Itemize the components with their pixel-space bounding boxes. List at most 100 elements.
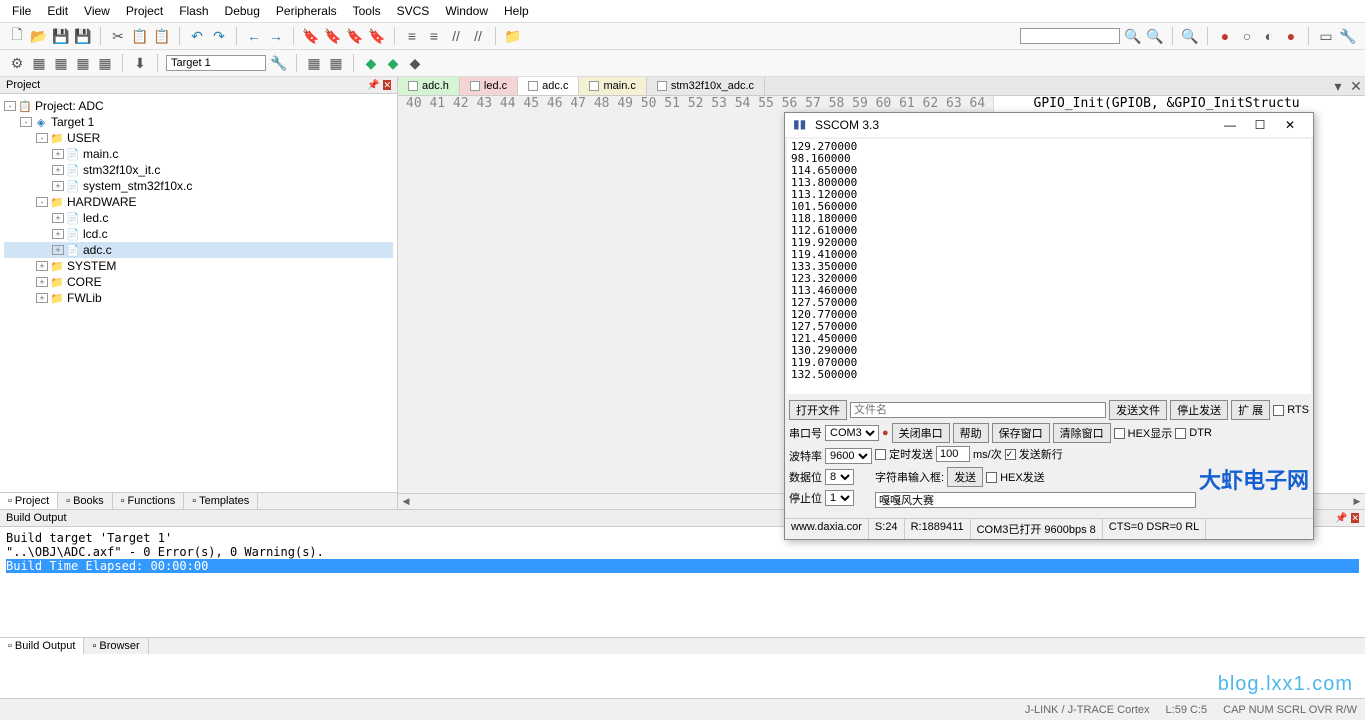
target-dropdown[interactable]: Target 1 [166, 55, 266, 71]
menu-debug[interactable]: Debug [225, 4, 260, 18]
menu-edit[interactable]: Edit [47, 4, 68, 18]
menu-project[interactable]: Project [126, 4, 163, 18]
tree-file[interactable]: +📄led.c [4, 210, 393, 226]
panel-tab-templates[interactable]: ▫Templates [184, 493, 258, 509]
build-icon[interactable]: ▦ [30, 54, 48, 72]
stop-build-icon[interactable]: ▦ [96, 54, 114, 72]
file-tab[interactable]: adc.h [398, 77, 460, 95]
window-icon[interactable]: ▭ [1317, 27, 1335, 45]
breakpoint-kill-icon[interactable]: ◐ [1260, 27, 1278, 45]
nav-back-icon[interactable]: ← [245, 27, 263, 45]
clear-window-button[interactable]: 清除窗口 [1053, 423, 1111, 443]
open-file-button[interactable]: 打开文件 [789, 400, 847, 420]
target-options-icon[interactable]: 🔧 [270, 54, 288, 72]
copy-icon[interactable]: 📋 [131, 27, 149, 45]
tree-file[interactable]: +📄main.c [4, 146, 393, 162]
stopbits-select[interactable]: 1 [825, 490, 854, 506]
save-window-button[interactable]: 保存窗口 [992, 423, 1050, 443]
panel-tab-functions[interactable]: ▫Functions [113, 493, 185, 509]
hex-show-checkbox[interactable] [1114, 428, 1125, 439]
close-icon[interactable]: ✕ [1351, 513, 1359, 523]
stop-send-button[interactable]: 停止发送 [1170, 400, 1228, 420]
tree-file[interactable]: +📄stm32f10x_it.c [4, 162, 393, 178]
maximize-button[interactable]: ☐ [1245, 118, 1275, 132]
send-file-button[interactable]: 发送文件 [1109, 400, 1167, 420]
comment-icon[interactable]: // [447, 27, 465, 45]
rte-icon[interactable]: ◆ [406, 54, 424, 72]
filename-input[interactable] [850, 402, 1106, 418]
sscom-terminal[interactable]: 129.27000098.160000114.650000113.8000001… [787, 139, 1311, 394]
dtr-checkbox[interactable] [1175, 428, 1186, 439]
pack-install-icon[interactable]: ◆ [362, 54, 380, 72]
build-tab[interactable]: ▫Browser [84, 638, 148, 654]
new-file-icon[interactable]: 🗋 [8, 27, 26, 45]
build-tab[interactable]: ▫Build Output [0, 638, 84, 654]
bookmark-icon[interactable]: 🔖 [302, 27, 320, 45]
pack-check-icon[interactable]: ◆ [384, 54, 402, 72]
minimize-button[interactable]: — [1215, 118, 1245, 132]
breakpoint-disable-icon[interactable]: ○ [1238, 27, 1256, 45]
help-button[interactable]: 帮助 [953, 423, 989, 443]
file-tab[interactable]: main.c [579, 77, 646, 95]
breakpoint-icon[interactable]: ● [1216, 27, 1234, 45]
save-icon[interactable]: 💾 [52, 27, 70, 45]
panel-tab-project[interactable]: ▫Project [0, 493, 58, 509]
file-tab[interactable]: stm32f10x_adc.c [647, 77, 765, 95]
find-icon[interactable]: 🔍 [1124, 27, 1142, 45]
sscom-titlebar[interactable]: ▮▮ SSCOM 3.3 — ☐ ✕ [785, 113, 1313, 137]
baud-select[interactable]: 9600 [825, 448, 872, 464]
menu-view[interactable]: View [84, 4, 110, 18]
save-all-icon[interactable]: 💾 [74, 27, 92, 45]
open-file-icon[interactable]: 📂 [30, 27, 48, 45]
undo-icon[interactable]: ↶ [188, 27, 206, 45]
manage-icon[interactable]: ▦ [305, 54, 323, 72]
nav-fwd-icon[interactable]: → [267, 27, 285, 45]
menu-file[interactable]: File [12, 4, 31, 18]
bookmark-prev-icon[interactable]: 🔖 [324, 27, 342, 45]
batch-build-icon[interactable]: ▦ [74, 54, 92, 72]
menu-window[interactable]: Window [445, 4, 488, 18]
rebuild-icon[interactable]: ▦ [52, 54, 70, 72]
find-next-icon[interactable]: 🔍 [1146, 27, 1164, 45]
tree-file[interactable]: +📄system_stm32f10x.c [4, 178, 393, 194]
file-tab[interactable]: led.c [460, 77, 518, 95]
menu-tools[interactable]: Tools [353, 4, 381, 18]
menu-flash[interactable]: Flash [179, 4, 208, 18]
pin-icon[interactable]: 📌 [1335, 513, 1347, 524]
tree-file[interactable]: +📄adc.c [4, 242, 393, 258]
panel-tab-books[interactable]: ▫Books [58, 493, 112, 509]
project-tree[interactable]: -📋Project: ADC-◈Target 1-📁USER+📄main.c+📄… [0, 94, 397, 492]
paste-icon[interactable]: 📋 [153, 27, 171, 45]
tree-file[interactable]: +📄lcd.c [4, 226, 393, 242]
find-in-files-icon[interactable]: 📁 [504, 27, 522, 45]
close-port-button[interactable]: 关闭串口 [892, 423, 950, 443]
timed-send-checkbox[interactable] [875, 449, 886, 460]
send-button[interactable]: 发送 [947, 467, 983, 487]
send-input[interactable] [875, 492, 1196, 508]
sscom-window[interactable]: ▮▮ SSCOM 3.3 — ☐ ✕ 129.27000098.16000011… [784, 112, 1314, 540]
debug-icon[interactable]: 🔍 [1181, 27, 1199, 45]
translate-icon[interactable]: ⚙ [8, 54, 26, 72]
port-select[interactable]: COM3 [825, 425, 879, 441]
menu-svcs[interactable]: SVCS [397, 4, 430, 18]
newline-checkbox[interactable] [1005, 449, 1016, 460]
uncomment-icon[interactable]: // [469, 27, 487, 45]
indent-icon[interactable]: ≡ [403, 27, 421, 45]
menu-help[interactable]: Help [504, 4, 529, 18]
rts-checkbox[interactable] [1273, 405, 1284, 416]
file-tab[interactable]: adc.c [518, 77, 579, 95]
interval-input[interactable] [936, 446, 970, 462]
expand-button[interactable]: 扩 展 [1231, 400, 1270, 420]
cut-icon[interactable]: ✂ [109, 27, 127, 45]
close-icon[interactable]: ✕ [383, 80, 391, 90]
hex-send-checkbox[interactable] [986, 472, 997, 483]
bookmark-clear-icon[interactable]: 🔖 [368, 27, 386, 45]
outdent-icon[interactable]: ≡ [425, 27, 443, 45]
config-icon[interactable]: 🔧 [1339, 27, 1357, 45]
redo-icon[interactable]: ↷ [210, 27, 228, 45]
close-button[interactable]: ✕ [1275, 118, 1305, 132]
manage2-icon[interactable]: ▦ [327, 54, 345, 72]
breakpoint-enable-icon[interactable]: ● [1282, 27, 1300, 45]
menu-peripherals[interactable]: Peripherals [276, 4, 337, 18]
bookmark-next-icon[interactable]: 🔖 [346, 27, 364, 45]
